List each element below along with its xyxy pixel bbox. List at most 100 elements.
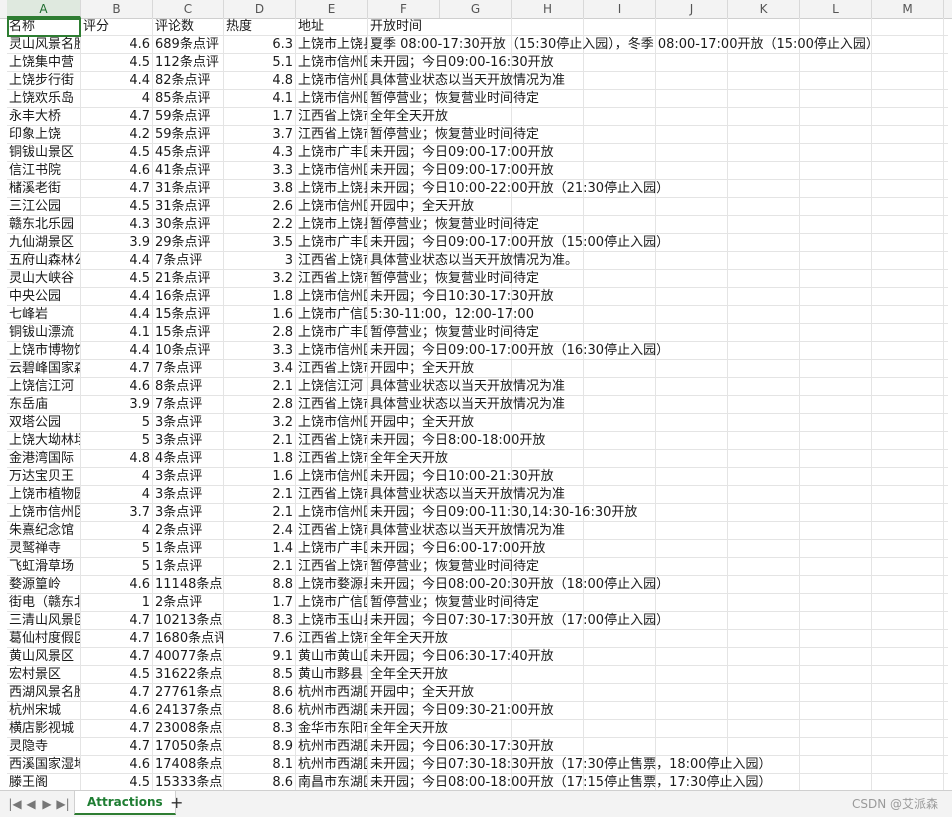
- table-cell[interactable]: 689条点评: [153, 36, 224, 54]
- table-cell[interactable]: 4.8: [224, 72, 296, 90]
- table-cell[interactable]: 西湖风景名胜区: [7, 684, 81, 702]
- table-cell[interactable]: 全年全天开放: [368, 666, 948, 684]
- table-cell[interactable]: 暂停营业；恢复营业时间待定: [368, 594, 948, 612]
- column-header-a[interactable]: A: [7, 0, 81, 18]
- table-cell[interactable]: 4.4: [81, 252, 153, 270]
- table-cell[interactable]: 8.6: [224, 774, 296, 790]
- table-cell[interactable]: 南昌市东湖区: [296, 774, 368, 790]
- table-cell[interactable]: 3.7: [81, 504, 153, 522]
- table-cell[interactable]: 7条点评: [153, 360, 224, 378]
- table-cell[interactable]: 三清山风景区: [7, 612, 81, 630]
- table-cell[interactable]: 5: [81, 414, 153, 432]
- table-cell[interactable]: 上饶市博物馆: [7, 342, 81, 360]
- table-cell[interactable]: 2.6: [224, 198, 296, 216]
- table-cell[interactable]: 葛仙村度假区: [7, 630, 81, 648]
- table-cell[interactable]: 2.1: [224, 504, 296, 522]
- table-cell[interactable]: 未开园；今日10:30-17:30开放: [368, 288, 948, 306]
- prev-sheet-nav-icon[interactable]: ◀: [24, 795, 38, 813]
- header-cell[interactable]: 热度: [224, 18, 296, 36]
- table-cell[interactable]: 杭州市西湖区: [296, 756, 368, 774]
- table-cell[interactable]: 上饶市信州区: [296, 414, 368, 432]
- table-cell[interactable]: 8.6: [224, 702, 296, 720]
- column-header-m[interactable]: M: [872, 0, 944, 18]
- table-cell[interactable]: 1条点评: [153, 540, 224, 558]
- table-cell[interactable]: 3条点评: [153, 432, 224, 450]
- table-cell[interactable]: 2条点评: [153, 522, 224, 540]
- table-cell[interactable]: 婺源篁岭: [7, 576, 81, 594]
- table-cell[interactable]: 全年全天开放: [368, 108, 948, 126]
- table-cell[interactable]: 4: [81, 90, 153, 108]
- table-cell[interactable]: 4.6: [81, 702, 153, 720]
- table-cell[interactable]: 江西省上饶市: [296, 108, 368, 126]
- table-cell[interactable]: 上饶市信州区: [296, 162, 368, 180]
- table-cell[interactable]: 8.3: [224, 720, 296, 738]
- table-cell[interactable]: 3.2: [224, 414, 296, 432]
- table-cell[interactable]: 上饶市信州区: [296, 54, 368, 72]
- table-cell[interactable]: 上饶市广信区: [296, 594, 368, 612]
- table-cell[interactable]: 上饶市植物园: [7, 486, 81, 504]
- table-cell[interactable]: 5:30-11:00，12:00-17:00: [368, 306, 948, 324]
- table-cell[interactable]: 印象上饶: [7, 126, 81, 144]
- table-cell[interactable]: 7条点评: [153, 396, 224, 414]
- table-cell[interactable]: 未开园；今日10:00-22:00开放（21:30停止入园）: [368, 180, 948, 198]
- table-cell[interactable]: 西溪国家湿地公园: [7, 756, 81, 774]
- table-cell[interactable]: 4.6: [81, 756, 153, 774]
- table-cell[interactable]: 31622条点评: [153, 666, 224, 684]
- table-cell[interactable]: 4.4: [81, 72, 153, 90]
- table-cell[interactable]: 1.8: [224, 288, 296, 306]
- table-cell[interactable]: 未开园；今日09:00-17:00开放（15:00停止入园）: [368, 234, 948, 252]
- table-cell[interactable]: 未开园；今日09:00-16:30开放: [368, 54, 948, 72]
- table-cell[interactable]: 5: [81, 540, 153, 558]
- header-cell[interactable]: 开放时间: [368, 18, 948, 36]
- table-cell[interactable]: 上饶集中营: [7, 54, 81, 72]
- table-cell[interactable]: 15条点评: [153, 324, 224, 342]
- table-cell[interactable]: 具体营业状态以当天开放情况为准。: [368, 252, 948, 270]
- table-cell[interactable]: 上饶步行街: [7, 72, 81, 90]
- table-cell[interactable]: 暂停营业；恢复营业时间待定: [368, 558, 948, 576]
- table-cell[interactable]: 杭州宋城: [7, 702, 81, 720]
- table-cell[interactable]: 江西省上饶市: [296, 432, 368, 450]
- table-cell[interactable]: 未开园；今日09:30-21:00开放: [368, 702, 948, 720]
- table-cell[interactable]: 杭州市西湖区: [296, 684, 368, 702]
- table-cell[interactable]: 17050条点评: [153, 738, 224, 756]
- table-cell[interactable]: 1条点评: [153, 558, 224, 576]
- table-cell[interactable]: 7条点评: [153, 252, 224, 270]
- table-cell[interactable]: 金港湾国际: [7, 450, 81, 468]
- table-cell[interactable]: 8.5: [224, 666, 296, 684]
- table-cell[interactable]: 3.7: [224, 126, 296, 144]
- table-cell[interactable]: 赣东北乐园: [7, 216, 81, 234]
- table-cell[interactable]: 具体营业状态以当天开放情况为准: [368, 378, 948, 396]
- table-cell[interactable]: 上饶市信州区: [296, 342, 368, 360]
- table-cell[interactable]: 三江公园: [7, 198, 81, 216]
- table-cell[interactable]: 九仙湖景区: [7, 234, 81, 252]
- column-header-f[interactable]: F: [368, 0, 440, 18]
- table-cell[interactable]: 2条点评: [153, 594, 224, 612]
- column-header-j[interactable]: J: [656, 0, 728, 18]
- table-cell[interactable]: 江西省上饶市: [296, 252, 368, 270]
- table-cell[interactable]: 上饶市上饶县: [296, 180, 368, 198]
- table-cell[interactable]: 4.7: [81, 720, 153, 738]
- table-cell[interactable]: 上饶市广丰区: [296, 324, 368, 342]
- table-cell[interactable]: 未开园；今日09:00-11:30,14:30-16:30开放: [368, 504, 948, 522]
- table-cell[interactable]: 3: [224, 252, 296, 270]
- table-cell[interactable]: 飞虹滑草场: [7, 558, 81, 576]
- table-cell[interactable]: 上饶市信州区: [296, 468, 368, 486]
- table-cell[interactable]: 4.2: [81, 126, 153, 144]
- table-cell[interactable]: 4.8: [81, 450, 153, 468]
- table-cell[interactable]: 开园中；全天开放: [368, 360, 948, 378]
- table-cell[interactable]: 全年全天开放: [368, 630, 948, 648]
- table-cell[interactable]: 8条点评: [153, 378, 224, 396]
- table-cell[interactable]: 杭州市西湖区: [296, 702, 368, 720]
- table-cell[interactable]: 9.1: [224, 648, 296, 666]
- table-cell[interactable]: 4: [81, 468, 153, 486]
- table-cell[interactable]: 24137条点评: [153, 702, 224, 720]
- table-cell[interactable]: 夏季 08:00-17:30开放（15:30停止入园），冬季 08:00-17:…: [368, 36, 948, 54]
- table-cell[interactable]: 3.8: [224, 180, 296, 198]
- table-cell[interactable]: 云碧峰国家森林公园: [7, 360, 81, 378]
- table-cell[interactable]: 4.7: [81, 648, 153, 666]
- table-cell[interactable]: 上饶信江河: [7, 378, 81, 396]
- table-cell[interactable]: 7.6: [224, 630, 296, 648]
- table-cell[interactable]: 上饶市信州区: [296, 198, 368, 216]
- table-cell[interactable]: 8.9: [224, 738, 296, 756]
- table-cell[interactable]: 4.7: [81, 684, 153, 702]
